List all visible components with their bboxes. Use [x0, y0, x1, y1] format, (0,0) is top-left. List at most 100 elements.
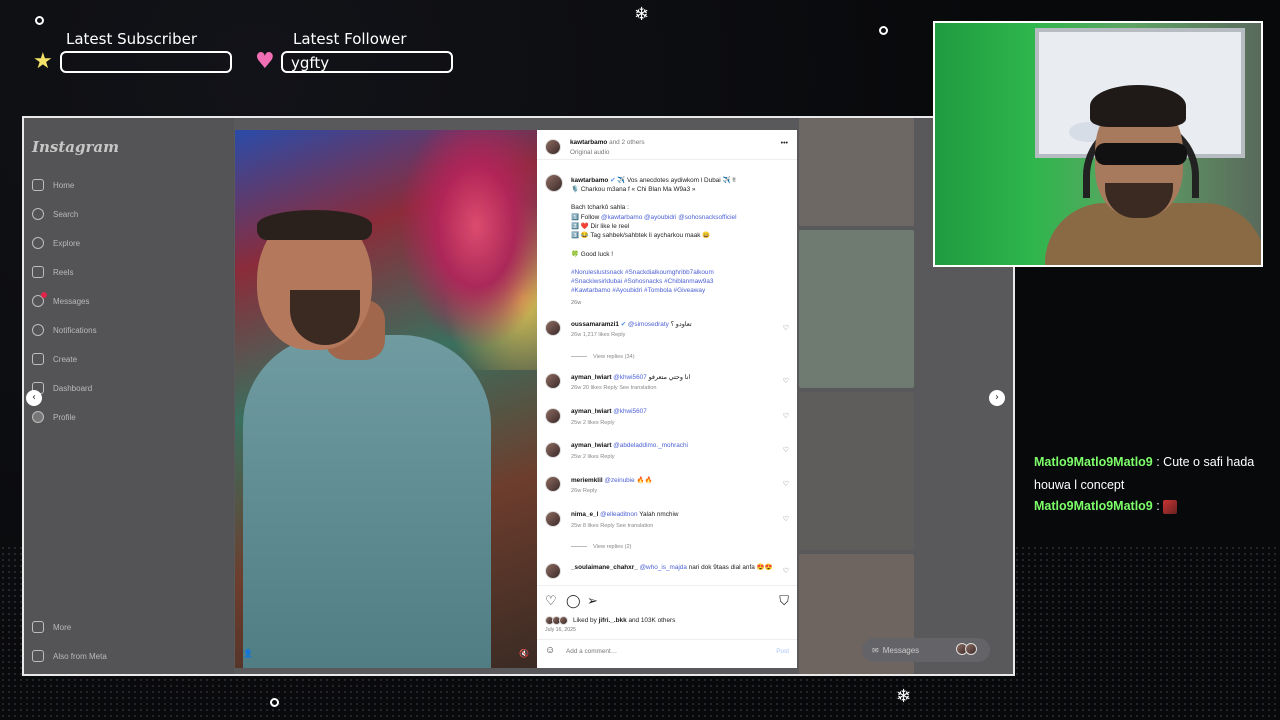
user-tag-icon[interactable]: 👤: [243, 649, 253, 658]
comment-author[interactable]: nima_e_l: [571, 511, 598, 518]
avatar[interactable]: [545, 320, 561, 336]
comment-meta[interactable]: 26w 20 likes Reply See translation: [571, 385, 657, 391]
reels-icon: [32, 266, 44, 278]
view-replies-link[interactable]: View replies (34): [571, 354, 635, 360]
caption-step: 1️⃣ Follow @kawtarbamo @ayoubidri @sohos…: [571, 213, 737, 221]
comment-author[interactable]: ayman_lwiart: [571, 374, 612, 381]
liked-by-user[interactable]: jifri._.bkk: [599, 617, 627, 624]
comment-text: انا وحتي متعرفو: [648, 374, 691, 381]
avatar[interactable]: [545, 174, 563, 192]
grid-thumbnail[interactable]: [799, 392, 914, 550]
share-icon[interactable]: ➢: [587, 594, 598, 609]
avatar[interactable]: [545, 408, 561, 424]
sidebar-item-profile[interactable]: Profile: [32, 408, 76, 426]
arcade-lights: [385, 130, 537, 370]
stream-scene: ❄ ❄ ★ Latest Subscriber ♥ Latest Followe…: [0, 0, 1280, 720]
liked-by-text[interactable]: Liked by jifri._.bkk and 103K others: [573, 617, 675, 624]
post-comment-button[interactable]: Post: [776, 648, 789, 655]
caption-mentions[interactable]: @kawtarbamo @ayoubidri @sohosnacksoffici…: [601, 214, 737, 221]
post-actions: ♡ ◯ ➢ ⛉ Liked by jifri._.bkk and 103K ot…: [537, 585, 797, 665]
comment-author[interactable]: oussamaramzi1: [571, 321, 619, 328]
chat-message: Matlo9Matlo9Matlo9 : Cute o safi hada ho…: [1034, 451, 1274, 497]
instagram-logo[interactable]: Instagram: [32, 138, 119, 156]
like-comment-icon[interactable]: ♡: [783, 412, 789, 420]
comment-author[interactable]: ayman_lwiart: [571, 442, 612, 449]
mute-icon[interactable]: 🔇: [519, 649, 529, 658]
avatar[interactable]: [545, 511, 561, 527]
grid-thumbnail[interactable]: [799, 118, 914, 226]
home-icon: [32, 179, 44, 191]
comment-mention[interactable]: @abdeladdimo._mohrachi: [613, 442, 688, 449]
comment-mention[interactable]: @khwi5607: [613, 408, 647, 415]
like-comment-icon[interactable]: ♡: [783, 377, 789, 385]
liked-by-count[interactable]: and 103K others: [628, 617, 675, 624]
comment-mention[interactable]: @khwi5607: [613, 374, 647, 381]
sidebar-item-search[interactable]: Search: [32, 205, 78, 223]
sidebar-item-notifications[interactable]: Notifications: [32, 321, 97, 339]
post-coauthors[interactable]: and 2 others: [609, 139, 645, 146]
like-comment-icon[interactable]: ♡: [783, 446, 789, 454]
chat-username: Matlo9Matlo9Matlo9: [1034, 499, 1153, 513]
post-author-name[interactable]: kawtarbamo: [570, 139, 607, 146]
messages-pill[interactable]: ✉ Messages: [862, 638, 990, 662]
bookmark-icon[interactable]: ⛉: [779, 594, 789, 609]
compass-icon: [32, 237, 44, 249]
caption-timestamp: 26w: [571, 300, 582, 306]
comment-mention[interactable]: @simosedraty: [628, 321, 669, 328]
reel-video[interactable]: 👤 🔇: [235, 130, 537, 668]
avatar: [559, 616, 568, 625]
like-comment-icon[interactable]: ♡: [783, 480, 789, 488]
next-post-button[interactable]: ›: [989, 390, 1005, 406]
sidebar-item-create[interactable]: Create: [32, 350, 77, 368]
avatar[interactable]: [545, 563, 561, 579]
avatar[interactable]: [545, 442, 561, 458]
comment-text: nari dok 9taas dial anfa 😍😍: [688, 564, 773, 571]
comment-mention[interactable]: @zeinubie: [604, 477, 634, 484]
comment-author[interactable]: meriemklil: [571, 477, 603, 484]
comment-meta[interactable]: 25w 2 likes Reply: [571, 454, 615, 460]
like-comment-icon[interactable]: ♡: [783, 567, 789, 575]
sidebar-item-messages[interactable]: Messages: [32, 292, 89, 310]
grid-thumbnail[interactable]: [799, 230, 914, 388]
sidebar-item-reels[interactable]: Reels: [32, 263, 73, 281]
sidebar-item-explore[interactable]: Explore: [32, 234, 80, 252]
comment-mention[interactable]: @who_is_majda: [640, 564, 687, 571]
profile-avatar-icon: [32, 411, 44, 423]
view-replies-link[interactable]: View replies (2): [571, 544, 631, 550]
sidebar-item-home[interactable]: Home: [32, 176, 74, 194]
messenger-icon: [32, 292, 47, 307]
comment-meta[interactable]: 26w 1,217 likes Reply: [571, 332, 625, 338]
caption-hashtags[interactable]: #Snackiwsirldubai #Sohosnacks #Chiblanma…: [571, 278, 713, 285]
comment-mention[interactable]: @elleaditnon: [600, 511, 637, 518]
caption-text: 2️⃣ ❤️ Dir like le reel: [571, 223, 630, 230]
comment-meta[interactable]: 25w 8 likes Reply See translation: [571, 523, 653, 529]
audio-label[interactable]: Original audio: [570, 149, 609, 156]
like-comment-icon[interactable]: ♡: [783, 515, 789, 523]
snowflake-icon: ❄: [896, 686, 912, 707]
caption-author[interactable]: kawtarbamo: [571, 177, 608, 184]
like-comment-icon[interactable]: ♡: [783, 324, 789, 332]
comment-author[interactable]: ayman_lwiart: [571, 408, 612, 415]
sidebar-item-also-from-meta[interactable]: Also from Meta: [32, 647, 107, 665]
avatar[interactable]: [545, 373, 561, 389]
latest-subscriber-label: Latest Subscriber: [66, 30, 197, 48]
sidebar-item-more[interactable]: More: [32, 618, 71, 636]
avatar[interactable]: [545, 139, 561, 155]
post-author[interactable]: kawtarbamo and 2 others: [570, 139, 645, 146]
comment-author[interactable]: _soulaimane_chahxr_: [571, 564, 638, 571]
previous-post-button[interactable]: ‹: [26, 390, 42, 406]
more-options-icon[interactable]: •••: [781, 140, 788, 147]
comment-icon[interactable]: ◯: [566, 594, 581, 609]
plus-icon: [32, 353, 44, 365]
caption-hashtags[interactable]: #Kawtarbamo #Ayoubidri #Tombola #Giveawa…: [571, 287, 705, 294]
chat-username: Matlo9Matlo9Matlo9: [1034, 455, 1153, 469]
like-icon[interactable]: ♡: [545, 594, 557, 609]
emoji-icon[interactable]: ☺: [545, 645, 555, 656]
comment-meta[interactable]: 25w 2 likes Reply: [571, 420, 615, 426]
comment-meta[interactable]: 26w Reply: [571, 488, 597, 494]
avatar[interactable]: [545, 476, 561, 492]
snowflake-icon: ❄: [634, 4, 650, 25]
caption-hashtags[interactable]: #Noruleslustsnack #Snackdialkoumghribb7a…: [571, 269, 714, 276]
comment-input[interactable]: Add a comment…: [566, 648, 617, 655]
instagram-capture: Instagram Home Search Explore Reels Mess…: [22, 116, 1015, 676]
